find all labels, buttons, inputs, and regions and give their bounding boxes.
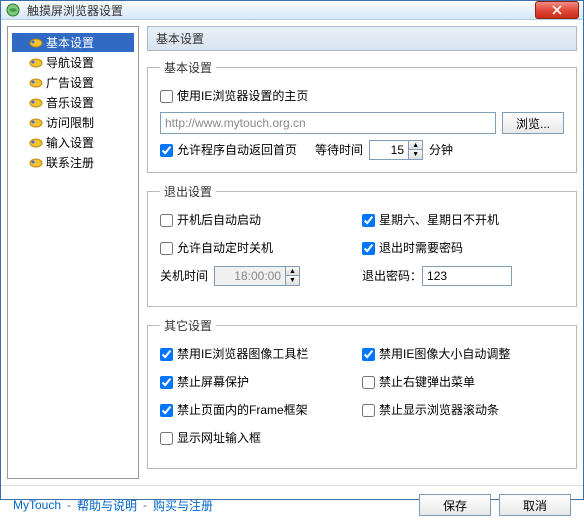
buy-link[interactable]: 购买与注册 <box>153 497 213 514</box>
footer: MyTouch - 帮助与说明 - 购买与注册 保存 取消 <box>1 485 583 524</box>
need-password-checkbox[interactable]: 退出时需要密码 <box>362 238 463 258</box>
nav-label: 广告设置 <box>46 74 94 91</box>
brand-link[interactable]: MyTouch <box>13 498 61 512</box>
exit-group: 退出设置 开机后自动启动 允许自动定时关机 关机时间 ▲▼ <box>147 183 577 307</box>
exit-password-input[interactable] <box>422 266 512 286</box>
weekend-off-checkbox[interactable]: 星期六、星期日不开机 <box>362 210 499 230</box>
disable-scrollbar-checkbox[interactable]: 禁止显示浏览器滚动条 <box>362 400 499 420</box>
disable-ie-autosize-checkbox[interactable]: 禁用IE图像大小自动调整 <box>362 344 510 364</box>
wait-label: 等待时间 <box>315 140 363 160</box>
autostart-checkbox[interactable]: 开机后自动启动 <box>160 210 261 230</box>
disable-screensaver-checkbox[interactable]: 禁止屏幕保护 <box>160 372 249 392</box>
nav-label: 基本设置 <box>46 34 94 51</box>
browse-button[interactable]: 浏览... <box>502 112 564 134</box>
shutdown-time-spinner[interactable]: ▲▼ <box>214 266 300 286</box>
content-title: 基本设置 <box>147 26 577 51</box>
nav-register[interactable]: 联系注册 <box>12 153 134 172</box>
spin-down-icon[interactable]: ▼ <box>285 276 299 285</box>
spin-up-icon[interactable]: ▲ <box>285 267 299 276</box>
disable-rightclick-checkbox[interactable]: 禁止右键弹出菜单 <box>362 372 475 392</box>
wait-unit: 分钟 <box>429 140 453 160</box>
nav-navigation[interactable]: 导航设置 <box>12 53 134 72</box>
basic-group: 基本设置 使用IE浏览器设置的主页 浏览... 允许程序自动返回首页 等待时间 … <box>147 59 577 173</box>
exit-legend: 退出设置 <box>160 183 216 200</box>
help-link[interactable]: 帮助与说明 <box>77 497 137 514</box>
nav-label: 导航设置 <box>46 54 94 71</box>
settings-nav: 基本设置 导航设置 广告设置 音乐设置 访问限制 输入设置 联系注册 <box>7 26 139 479</box>
homepage-url-input[interactable] <box>160 112 496 134</box>
nav-ads[interactable]: 广告设置 <box>12 73 134 92</box>
show-url-input-checkbox[interactable]: 显示网址输入框 <box>160 428 261 448</box>
other-group: 其它设置 禁用IE浏览器图像工具栏 禁止屏幕保护 禁止页面内的Frame框架 显… <box>147 317 577 469</box>
nav-input[interactable]: 输入设置 <box>12 133 134 152</box>
nav-label: 联系注册 <box>46 154 94 171</box>
disable-frame-checkbox[interactable]: 禁止页面内的Frame框架 <box>160 400 308 420</box>
wait-time-spinner[interactable]: ▲▼ <box>369 140 423 160</box>
auto-return-checkbox[interactable]: 允许程序自动返回首页 <box>160 140 297 160</box>
window-title: 触摸屏浏览器设置 <box>27 2 535 19</box>
close-button[interactable] <box>535 1 579 19</box>
save-button[interactable]: 保存 <box>419 494 491 516</box>
nav-label: 访问限制 <box>46 114 94 131</box>
disable-ie-toolbar-checkbox[interactable]: 禁用IE浏览器图像工具栏 <box>160 344 308 364</box>
shutdown-time-label: 关机时间 <box>160 266 208 286</box>
exit-pwd-label: 退出密码： <box>362 266 422 286</box>
spin-up-icon[interactable]: ▲ <box>408 141 422 150</box>
basic-legend: 基本设置 <box>160 59 216 76</box>
spin-down-icon[interactable]: ▼ <box>408 150 422 159</box>
nav-access[interactable]: 访问限制 <box>12 113 134 132</box>
other-legend: 其它设置 <box>160 317 216 334</box>
use-ie-homepage-checkbox[interactable]: 使用IE浏览器设置的主页 <box>160 86 308 106</box>
titlebar: 触摸屏浏览器设置 <box>1 1 583 20</box>
auto-shutdown-checkbox[interactable]: 允许自动定时关机 <box>160 238 273 258</box>
app-icon <box>5 2 21 18</box>
nav-basic[interactable]: 基本设置 <box>12 33 134 52</box>
nav-label: 输入设置 <box>46 134 94 151</box>
nav-music[interactable]: 音乐设置 <box>12 93 134 112</box>
cancel-button[interactable]: 取消 <box>499 494 571 516</box>
nav-label: 音乐设置 <box>46 94 94 111</box>
